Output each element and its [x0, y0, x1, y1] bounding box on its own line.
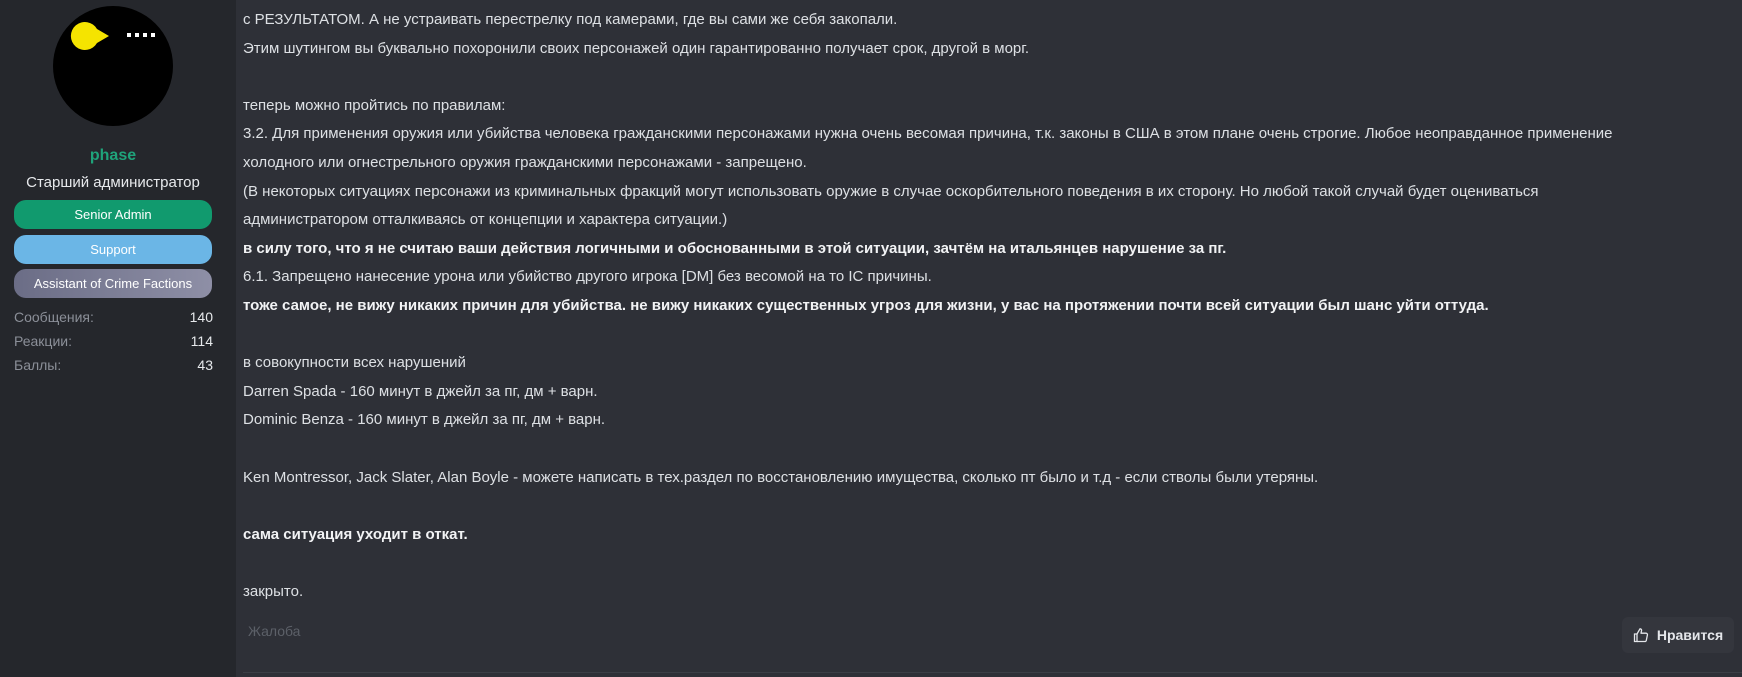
banner-support: Support	[14, 235, 212, 264]
post-line: (В некоторых ситуациях персонажи из крим…	[243, 182, 1539, 200]
stat-points: Баллы: 43	[14, 353, 213, 377]
banner-senior-admin: Senior Admin	[14, 200, 212, 229]
stat-value: 140	[189, 309, 213, 325]
post-divider	[243, 672, 1742, 673]
username[interactable]: phase	[0, 147, 226, 165]
post-line: в силу того, что я не считаю ваши действ…	[243, 239, 1227, 257]
post-content: с РЕЗУЛЬТАТОМ. А не устраивать перестрел…	[243, 6, 1733, 606]
post-line: Darren Spada - 160 минут в джейл за пг, …	[243, 382, 598, 400]
report-link[interactable]: Жалоба	[248, 623, 300, 639]
post-line: холодного или огнестрельного оружия граж…	[243, 153, 807, 171]
post-line: 6.1. Запрещено нанесение урона или убийс…	[243, 268, 932, 286]
post-line: сама ситуация уходит в откат.	[243, 525, 468, 543]
post-line: Этим шутингом вы буквально похоронили св…	[243, 39, 1030, 57]
post-line: Ken Montressor, Jack Slater, Alan Boyle …	[243, 468, 1319, 486]
post-line: с РЕЗУЛЬТАТОМ. А не устраивать перестрел…	[243, 11, 898, 28]
like-label: Нравится	[1656, 627, 1724, 643]
post-line: администратором отталкиваясь от концепци…	[243, 211, 728, 229]
stat-label: Сообщения:	[14, 309, 94, 325]
stat-messages: Сообщения: 140	[14, 305, 213, 329]
banner-crime-factions: Assistant of Crime Factions	[14, 269, 212, 298]
author-panel: phase Старший администратор Senior Admin…	[0, 0, 236, 677]
user-stats: Сообщения: 140 Реакции: 114 Баллы: 43	[14, 305, 213, 377]
stat-label: Баллы:	[14, 357, 62, 373]
post-line: в совокупности всех нарушений	[243, 354, 466, 372]
stat-value: 114	[190, 333, 213, 349]
post-line: Dominic Benza - 160 минут в джейл за пг,…	[243, 411, 606, 429]
post-line: закрыто.	[243, 582, 304, 600]
user-title: Старший администратор	[26, 174, 200, 191]
pacman-icon	[70, 22, 155, 51]
thumbs-up-icon	[1633, 628, 1648, 643]
stat-reactions: Реакции: 114	[14, 329, 213, 353]
post-line: тоже самое, не вижу никаких причин для у…	[243, 296, 1489, 314]
avatar[interactable]	[53, 6, 173, 126]
like-button[interactable]: Нравится	[1622, 617, 1734, 653]
post-line: теперь можно пройтись по правилам:	[243, 96, 506, 114]
post-line: 3.2. Для применения оружия или убийства …	[243, 125, 1613, 143]
stat-value: 43	[197, 357, 213, 373]
stat-label: Реакции:	[14, 333, 72, 349]
